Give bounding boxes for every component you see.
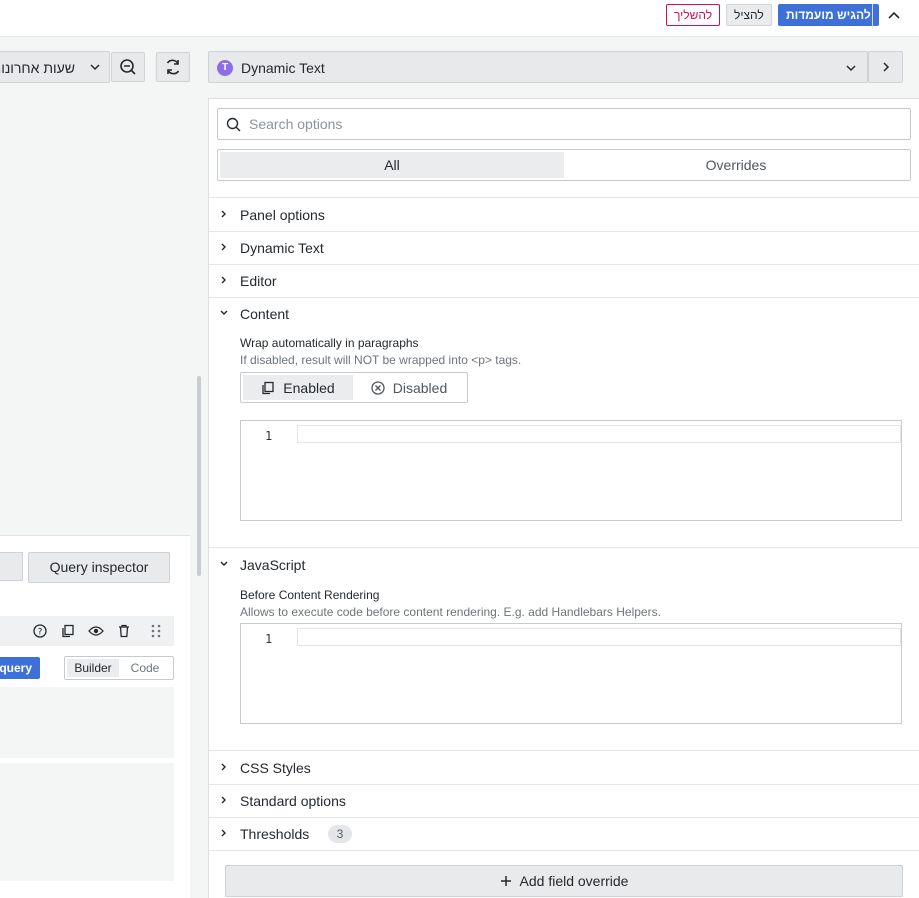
chevron-right-icon xyxy=(882,62,889,72)
search-field[interactable] xyxy=(217,108,911,140)
add-field-override-button[interactable]: Add field override xyxy=(225,865,903,897)
tab-overrides[interactable]: Overrides xyxy=(564,152,908,178)
collapse-options-button[interactable] xyxy=(868,51,903,83)
copy-icon xyxy=(262,381,274,394)
trash-icon[interactable] xyxy=(117,624,131,638)
splitter-handle[interactable] xyxy=(197,376,201,576)
content-code-editor[interactable]: 1 xyxy=(240,420,902,521)
zoom-out-button[interactable] xyxy=(111,52,145,82)
section-title: Dynamic Text xyxy=(240,240,324,256)
refresh-button[interactable] xyxy=(156,52,190,82)
javascript-code-editor[interactable]: 1 xyxy=(240,623,902,724)
chevron-down-icon xyxy=(90,64,100,71)
section-css-styles[interactable]: CSS Styles xyxy=(209,751,919,785)
chevron-right-icon xyxy=(221,210,226,218)
enabled-option[interactable]: Enabled xyxy=(243,375,353,400)
chevron-right-icon xyxy=(221,829,226,837)
line-number: 1 xyxy=(265,632,273,646)
before-render-label: Before Content Rendering xyxy=(240,588,380,602)
help-icon[interactable]: ? xyxy=(33,624,47,638)
wrap-label: Wrap automatically in paragraphs xyxy=(240,336,419,350)
time-range-label: שעות אחרונות xyxy=(0,60,75,76)
disabled-option[interactable]: Disabled xyxy=(353,375,465,400)
query-options-button[interactable] xyxy=(0,552,23,581)
section-thresholds[interactable]: Thresholds 3 xyxy=(209,817,919,851)
section-javascript: JavaScript Before Content Rendering Allo… xyxy=(209,548,919,751)
section-title[interactable]: Content xyxy=(240,306,289,322)
query-builder-block[interactable] xyxy=(0,687,174,758)
section-dynamic-text[interactable]: Dynamic Text xyxy=(209,231,919,265)
chevron-right-icon xyxy=(221,763,226,771)
chevron-right-icon xyxy=(221,796,226,804)
chevron-down-icon[interactable] xyxy=(219,558,229,570)
before-render-description: Allows to execute code before content re… xyxy=(240,605,661,619)
code-tab[interactable]: Code xyxy=(119,659,171,677)
top-bar: להגיש מועמדות להציל להשליך xyxy=(0,0,919,37)
add-override-label: Add field override xyxy=(519,873,629,889)
times-circle-icon xyxy=(371,380,385,395)
plus-icon xyxy=(500,876,511,886)
query-editor-area: Query inspector ? query Builder Code xyxy=(0,535,190,898)
enabled-label: Enabled xyxy=(283,379,335,396)
query-row-header: ? xyxy=(0,616,174,646)
editor-line[interactable] xyxy=(297,425,901,443)
section-title: Thresholds xyxy=(240,826,310,842)
chevron-right-icon xyxy=(221,243,226,251)
builder-code-toggle: Builder Code xyxy=(64,656,174,680)
wrap-toggle: Enabled Disabled xyxy=(240,372,468,403)
section-title: CSS Styles xyxy=(240,760,311,776)
section-title[interactable]: JavaScript xyxy=(240,557,305,573)
section-editor[interactable]: Editor xyxy=(209,264,919,298)
visualization-picker[interactable]: T Dynamic Text xyxy=(208,51,868,83)
plugin-icon: T xyxy=(217,60,233,76)
wrap-description: If disabled, result will NOT be wrapped … xyxy=(240,353,522,367)
discard-button[interactable]: להשליך xyxy=(666,4,721,26)
drag-handle-icon[interactable] xyxy=(151,624,161,638)
thresholds-count-badge: 3 xyxy=(328,825,352,843)
query-inspector-button[interactable]: Query inspector xyxy=(28,552,170,583)
eye-icon[interactable] xyxy=(88,625,104,637)
section-title: Standard options xyxy=(240,793,346,809)
run-query-button[interactable]: query xyxy=(0,657,40,679)
duplicate-icon[interactable] xyxy=(61,624,75,638)
tab-all[interactable]: All xyxy=(220,152,564,178)
section-standard-options[interactable]: Standard options xyxy=(209,784,919,818)
line-number: 1 xyxy=(265,429,273,443)
disabled-label: Disabled xyxy=(392,379,448,396)
apply-button[interactable]: להגיש מועמדות xyxy=(778,4,879,26)
options-tabs: All Overrides xyxy=(217,149,911,181)
search-input[interactable] xyxy=(247,115,910,133)
section-panel-options[interactable]: Panel options xyxy=(209,197,919,232)
query-builder-block[interactable] xyxy=(0,763,174,881)
builder-tab[interactable]: Builder xyxy=(67,659,119,677)
options-pane: All Overrides Panel options Dynamic Text… xyxy=(208,98,919,898)
chevron-up-icon[interactable] xyxy=(887,10,901,22)
zoom-out-icon xyxy=(120,59,136,75)
chevron-right-icon xyxy=(221,276,226,284)
time-range-picker[interactable]: שעות אחרונות xyxy=(0,51,110,83)
save-button[interactable]: להציל xyxy=(726,4,772,26)
section-title: Panel options xyxy=(240,207,325,223)
svg-text:?: ? xyxy=(38,628,43,638)
chevron-down-icon xyxy=(846,65,856,72)
search-icon xyxy=(226,117,241,131)
visualization-label: Dynamic Text xyxy=(241,60,325,76)
refresh-icon xyxy=(166,59,180,75)
divider xyxy=(872,4,873,28)
editor-line[interactable] xyxy=(297,628,901,646)
chevron-down-icon[interactable] xyxy=(219,307,229,319)
section-title: Editor xyxy=(240,273,277,289)
section-content: Content Wrap automatically in paragraphs… xyxy=(209,297,919,548)
